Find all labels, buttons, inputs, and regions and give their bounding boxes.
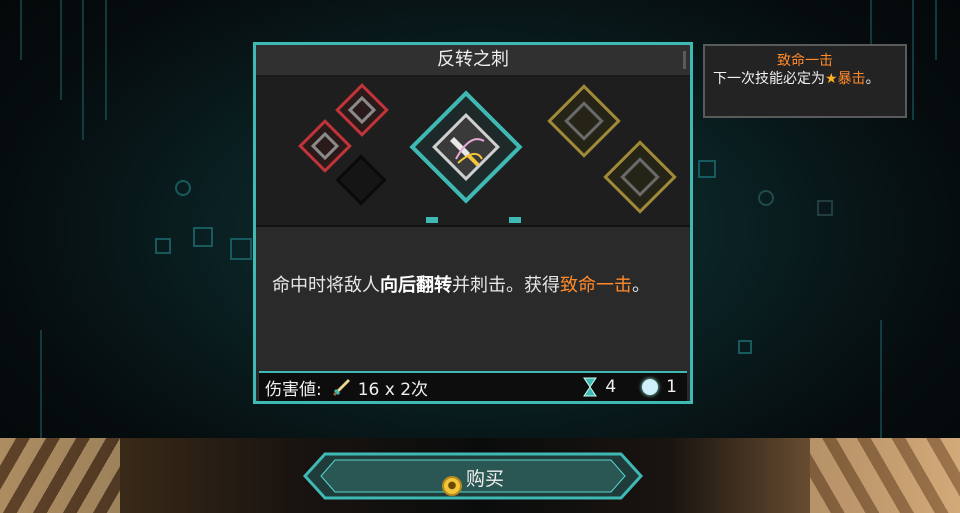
desc-highlight: 向后翻转 [380, 275, 452, 296]
star-icon: ★ [825, 71, 838, 87]
tooltip-keyword: 暴击 [837, 71, 866, 87]
desc-text: 。 [632, 275, 650, 296]
damage-label: 伤害値: [265, 379, 322, 400]
buy-content: ● 购买 [303, 464, 643, 496]
circuit-line [60, 0, 62, 100]
deco-square [193, 227, 213, 247]
skill-art-icon [450, 137, 485, 167]
skill-title: 反转之刺 [256, 45, 690, 77]
deco-square [155, 238, 171, 254]
desc-text: 命中时将敌人 [272, 275, 380, 296]
buy-button[interactable]: ● 购买 [303, 452, 643, 500]
deco-square [738, 340, 752, 354]
cooldown-value: 4 [605, 377, 617, 397]
circuit-line [935, 0, 937, 60]
deco-square [817, 200, 833, 216]
desc-text: 并刺击。获得 [452, 275, 560, 296]
orb-icon [642, 379, 659, 395]
art-divider [256, 225, 690, 227]
skill-base [426, 217, 438, 223]
buy-label: 购买 [465, 468, 504, 490]
desc-crit-keyword[interactable]: 致命一击 [560, 275, 632, 296]
hourglass-icon [583, 377, 598, 397]
circuit-line [20, 0, 22, 60]
cost-value: 1 [666, 377, 677, 397]
circuit-line [912, 0, 914, 120]
dark-slot-icon [335, 154, 387, 206]
skill-art-panel [256, 77, 690, 225]
crit-tooltip: 致命一击 下一次技能必定为★暴击。 [703, 44, 907, 118]
sword-icon [332, 379, 350, 397]
tooltip-text: 。 [865, 71, 880, 87]
deco-circle [175, 180, 191, 196]
deco-square [698, 160, 716, 178]
circuit-line [880, 320, 882, 450]
stats-bar: 伤害値: 16 x 2次 4 1 [259, 371, 687, 401]
skill-card: 反转之刺 命中时将敌人向后翻转并刺击。获得致命一击。 伤害値: 16 x 2次 … [253, 42, 693, 404]
tooltip-body: 下一次技能必定为★暴击。 [705, 70, 905, 89]
tooltip-title: 致命一击 [777, 53, 833, 69]
deco-square [230, 238, 252, 260]
circuit-line [105, 0, 107, 120]
tooltip-text: 下一次技能必定为 [713, 71, 825, 87]
skill-title-text: 反转之刺 [437, 49, 509, 70]
circuit-line [82, 0, 84, 140]
damage-value: 16 x 2次 [357, 379, 429, 400]
coin-icon: ● [441, 476, 462, 496]
deco-circle [758, 190, 774, 206]
skill-description: 命中时将敌人向后翻转并刺击。获得致命一击。 [272, 271, 682, 301]
circuit-line [40, 330, 42, 450]
title-edge [683, 51, 686, 69]
skill-base [509, 217, 521, 223]
